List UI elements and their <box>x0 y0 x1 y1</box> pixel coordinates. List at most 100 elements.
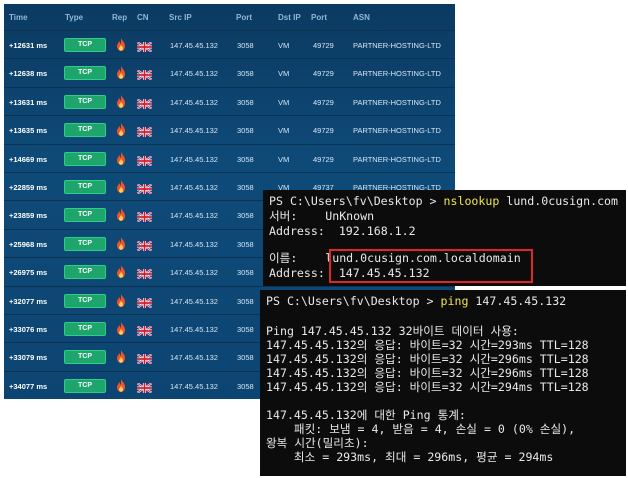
col-time[interactable]: Time <box>9 13 28 22</box>
ping-terminal: PS C:\Users\fv\Desktop > ping 147.45.45.… <box>260 290 626 476</box>
col-type[interactable]: Type <box>65 13 83 22</box>
uk-flag-icon <box>136 181 153 195</box>
table-row[interactable]: +13635 ms TCP 147.45.45.132 3058 VM 49729 PART… <box>4 115 455 144</box>
src-port-cell: 3058 <box>237 183 254 192</box>
src-ip-cell: 147.45.45.132 <box>170 97 218 107</box>
server-line: 서버: UnKnown <box>269 209 374 223</box>
ping-reply: 147.45.45.132의 응답: 바이트=32 시간=296ms TTL=1… <box>266 366 589 380</box>
flame-icon <box>116 378 126 392</box>
flame-icon <box>116 208 126 222</box>
time-cell: +23859 ms <box>9 211 48 221</box>
uk-flag-icon <box>136 67 153 82</box>
ping-reply: 147.45.45.132의 응답: 바이트=32 시간=293ms TTL=1… <box>266 338 589 352</box>
uk-flag-icon <box>136 39 153 53</box>
time-cell: +12638 ms <box>9 69 48 79</box>
server-label: 서버: <box>269 209 326 223</box>
uk-flag-icon <box>136 266 153 281</box>
address-value: 192.168.1.2 <box>338 224 416 238</box>
protocol-badge: TCP <box>64 293 106 308</box>
src-ip-cell: 147.45.45.132 <box>170 381 218 391</box>
command-name: ping <box>440 294 469 308</box>
protocol-badge: TCP <box>64 94 106 109</box>
src-port-cell: 3058 <box>237 41 254 50</box>
asn-cell: PARTNER-HOSTING-LTD <box>353 154 441 164</box>
src-ip-cell: 147.45.45.132 <box>170 183 218 192</box>
protocol-badge: TCP <box>64 208 106 223</box>
dst-ip-cell: VM <box>278 97 290 107</box>
src-ip-cell: 147.45.45.132 <box>170 126 218 136</box>
col-asn[interactable]: ASN <box>353 13 370 22</box>
address-label: Address: <box>269 224 339 238</box>
dst-port-cell: 49729 <box>313 69 334 79</box>
asn-cell: PARTNER-HOSTING-LTD <box>353 69 441 79</box>
uk-flag-icon <box>136 96 153 110</box>
table-row[interactable]: +12638 ms TCP 147.45.45.132 3058 VM 49729 PART… <box>4 58 455 87</box>
server-address-line: Address: 192.168.1.2 <box>269 224 416 238</box>
uk-flag-icon <box>136 209 153 224</box>
time-cell: +13635 ms <box>9 126 48 136</box>
time-cell: +13631 ms <box>9 97 48 107</box>
dst-port-cell: 49729 <box>313 126 334 136</box>
src-port-cell: 3058 <box>237 239 254 249</box>
col-port[interactable]: Port <box>236 13 252 22</box>
col-cn[interactable]: CN <box>137 13 149 22</box>
ping-rtt-values: 최소 = 293ms, 최대 = 296ms, 평균 = 294ms <box>266 450 554 464</box>
table-header: Time Type Rep CN Src IP Port Dst IP Port… <box>4 4 455 30</box>
flame-icon <box>116 94 126 108</box>
protocol-badge: TCP <box>64 350 106 365</box>
src-ip-cell: 147.45.45.132 <box>170 69 218 79</box>
uk-flag-icon <box>136 351 153 366</box>
src-ip-cell: 147.45.45.132 <box>170 296 218 306</box>
prompt: PS C:\Users\fv\Desktop > <box>266 294 441 308</box>
src-port-cell: 3058 <box>237 154 254 164</box>
src-port-cell: 3058 <box>237 211 254 221</box>
protocol-badge: TCP <box>64 265 106 280</box>
time-cell: +33076 ms <box>9 325 48 334</box>
table-row[interactable]: +14669 ms TCP 147.45.45.132 3058 VM 49729 PART… <box>4 143 455 173</box>
protocol-badge: TCP <box>64 236 106 251</box>
src-ip-cell: 147.45.45.132 <box>170 268 218 278</box>
nslookup-command-line: PS C:\Users\fv\Desktop > nslookup lund.0… <box>269 194 618 208</box>
protocol-badge: TCP <box>64 378 106 393</box>
protocol-badge: TCP <box>64 151 106 166</box>
flame-icon <box>116 322 126 335</box>
ping-reply: 147.45.45.132의 응답: 바이트=32 시간=294ms TTL=1… <box>266 380 589 394</box>
flame-icon <box>116 66 126 80</box>
table-row[interactable]: +12631 ms TCP 147.45.45.132 3058 VM 49729 PART… <box>4 30 455 59</box>
command-argument: 147.45.45.132 <box>468 294 567 308</box>
time-cell: +33079 ms <box>9 353 48 363</box>
ping-rtt-title: 왕복 시간(밀리초): <box>266 436 369 450</box>
table-row[interactable]: +13631 ms TCP 147.45.45.132 3058 VM 49729 PART… <box>4 86 455 116</box>
col-rep[interactable]: Rep <box>112 13 127 22</box>
src-port-cell: 3058 <box>237 97 254 107</box>
time-cell: +22859 ms <box>9 183 48 192</box>
time-cell: +12631 ms <box>9 41 48 50</box>
time-cell: +25968 ms <box>9 239 48 249</box>
dst-ip-cell: VM <box>278 154 290 164</box>
col-src-ip[interactable]: Src IP <box>169 13 192 22</box>
src-ip-cell: 147.45.45.132 <box>170 325 218 334</box>
src-port-cell: 3058 <box>237 126 254 136</box>
src-ip-cell: 147.45.45.132 <box>170 41 218 50</box>
dst-port-cell: 49729 <box>313 154 334 164</box>
src-port-cell: 3058 <box>237 296 254 306</box>
flame-icon <box>116 350 126 364</box>
ping-reply: 147.45.45.132의 응답: 바이트=32 시간=296ms TTL=1… <box>266 352 589 366</box>
src-port-cell: 3058 <box>237 69 254 79</box>
flame-icon <box>116 236 126 250</box>
uk-flag-icon <box>136 238 153 252</box>
time-cell: +34077 ms <box>9 381 48 391</box>
dst-port-cell: 49729 <box>313 41 334 50</box>
nslookup-terminal: PS C:\Users\fv\Desktop > nslookup lund.0… <box>263 190 626 286</box>
dst-ip-cell: VM <box>278 69 290 79</box>
src-ip-cell: 147.45.45.132 <box>170 211 218 221</box>
asn-cell: PARTNER-HOSTING-LTD <box>353 126 441 136</box>
col-dst-port[interactable]: Port <box>311 13 327 22</box>
protocol-badge: TCP <box>64 38 106 52</box>
col-dst-ip[interactable]: Dst IP <box>278 13 301 22</box>
asn-cell: PARTNER-HOSTING-LTD <box>353 41 441 50</box>
uk-flag-icon <box>136 380 153 394</box>
protocol-badge: TCP <box>64 322 106 336</box>
time-cell: +14669 ms <box>9 154 48 164</box>
command-name: nslookup <box>443 194 500 208</box>
